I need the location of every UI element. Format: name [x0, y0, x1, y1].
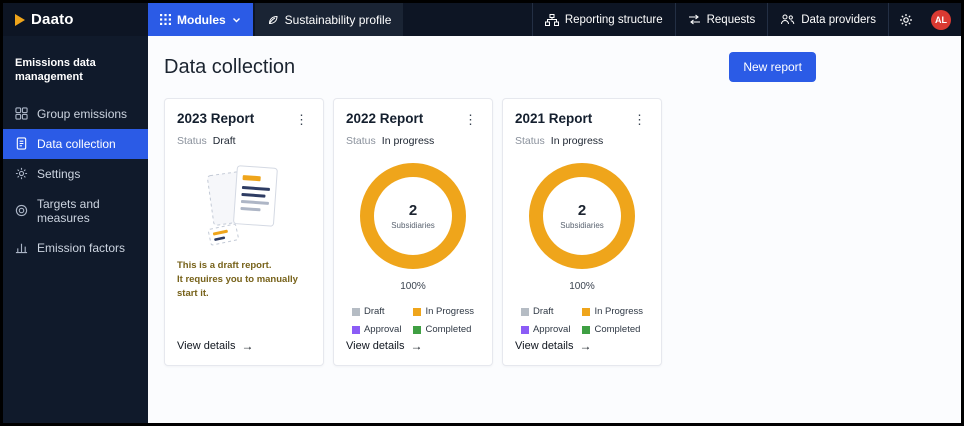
daato-logo-icon — [15, 13, 25, 26]
requests-swap-icon — [688, 14, 700, 25]
card-title: 2021 Report — [515, 111, 593, 126]
sidebar-item-label: Targets and measures — [37, 196, 100, 225]
status-label: Status — [346, 135, 376, 147]
reporting-structure-label: Reporting structure — [564, 13, 663, 26]
donut-center-value: 2 — [577, 202, 587, 219]
draft-report-illustration — [207, 165, 278, 246]
arrow-right-icon: → — [579, 339, 592, 353]
view-details-link[interactable]: View details → — [515, 339, 649, 353]
chevron-down-icon — [232, 17, 240, 22]
new-report-button[interactable]: New report — [729, 52, 816, 82]
legend-item-completed: Completed — [582, 324, 643, 335]
sidebar-header: Emissions data management — [15, 57, 96, 84]
sidebar-item-group-emissions[interactable]: Group emissions — [3, 99, 148, 129]
kebab-menu-icon[interactable]: ⋮ — [292, 111, 311, 128]
leaf-icon — [268, 15, 278, 24]
tab-sustainability-profile[interactable]: Sustainability profile — [254, 3, 404, 36]
modules-label: Modules — [177, 12, 226, 27]
user-avatar[interactable]: AL — [931, 9, 951, 30]
status-legend: Draft In Progress Approval Completed — [346, 306, 480, 335]
sidebar-item-label: Data collection — [37, 136, 116, 151]
donut-center-label: Subsidiaries — [560, 221, 604, 230]
donut-center-label: Subsidiaries — [391, 221, 435, 230]
progress-percent: 100% — [400, 281, 426, 292]
report-cards-row: 2023 Report ⋮ Status Draft This is a dra… — [164, 98, 816, 366]
topbar-right: Reporting structure Requests Data provid… — [531, 3, 961, 36]
sitemap-icon — [544, 13, 559, 26]
legend-swatch — [413, 307, 422, 316]
status-value: Draft — [212, 135, 236, 147]
subsidiaries-donut-chart: 2 Subsidiaries — [529, 163, 635, 269]
logo: Daato — [3, 3, 148, 36]
status-value: In progress — [550, 135, 604, 147]
draft-note: This is a draft report. It requires you … — [177, 260, 298, 299]
legend-swatch — [582, 325, 591, 334]
card-title: 2022 Report — [346, 111, 424, 126]
page-title: Data collection — [164, 55, 296, 78]
view-details-link[interactable]: View details → — [346, 339, 480, 353]
grid-icon — [160, 14, 171, 25]
sustainability-label: Sustainability profile — [284, 12, 392, 27]
gear-icon — [15, 168, 28, 180]
grid-2x2-icon — [15, 107, 28, 120]
logo-text: Daato — [31, 11, 74, 28]
legend-item-in-progress: In Progress — [413, 306, 474, 317]
status-legend: Draft In Progress Approval Completed — [515, 306, 649, 335]
modules-button[interactable]: Modules — [148, 3, 253, 36]
sidebar-item-data-collection[interactable]: Data collection — [3, 128, 148, 159]
legend-swatch — [351, 307, 360, 316]
subsidiaries-donut-chart: 2 Subsidiaries — [360, 163, 466, 269]
legend-item-draft: Draft — [351, 306, 402, 317]
legend-swatch — [582, 307, 591, 316]
sidebar-item-label: Emission factors — [37, 240, 126, 255]
data-providers-label: Data providers — [801, 13, 876, 26]
gear-icon — [900, 13, 912, 26]
legend-swatch — [520, 307, 529, 316]
report-card-2023: 2023 Report ⋮ Status Draft This is a dra… — [164, 98, 324, 366]
document-icon — [16, 137, 27, 150]
data-providers-button[interactable]: Data providers — [767, 3, 888, 36]
people-icon — [781, 14, 795, 25]
sidebar-item-label: Group emissions — [37, 106, 128, 121]
card-title: 2023 Report — [177, 111, 255, 126]
report-card-2021: 2021 Report ⋮ Status In progress 2 Subsi… — [502, 98, 662, 366]
main-content: Data collection New report 2023 Report ⋮… — [148, 36, 961, 423]
legend-item-in-progress: In Progress — [582, 306, 643, 317]
sidebar-item-settings[interactable]: Settings — [3, 159, 148, 189]
legend-swatch — [351, 325, 360, 334]
report-card-2022: 2022 Report ⋮ Status In progress 2 Subsi… — [333, 98, 493, 366]
arrow-right-icon: → — [241, 339, 254, 353]
legend-item-approval: Approval — [351, 324, 401, 335]
requests-label: Requests — [706, 13, 756, 26]
status-label: Status — [177, 135, 207, 147]
status-value: In progress — [381, 135, 435, 147]
kebab-menu-icon[interactable]: ⋮ — [630, 111, 649, 128]
status-label: Status — [515, 135, 545, 147]
view-details-link[interactable]: View details → — [177, 339, 311, 353]
bar-chart-icon — [15, 243, 28, 254]
sidebar: Emissions data management Group emission… — [3, 36, 148, 423]
legend-swatch — [413, 325, 422, 334]
app-window: Daato Modules Sustainability profile Rep… — [0, 0, 964, 426]
legend-item-draft: Draft — [520, 306, 571, 317]
reporting-structure-button[interactable]: Reporting structure — [531, 3, 675, 36]
kebab-menu-icon[interactable]: ⋮ — [461, 111, 480, 128]
sidebar-item-targets-and-measures[interactable]: Targets and measures — [3, 189, 148, 233]
progress-percent: 100% — [569, 281, 595, 292]
legend-item-approval: Approval — [520, 324, 570, 335]
target-icon — [15, 204, 28, 217]
legend-item-completed: Completed — [413, 324, 474, 335]
requests-button[interactable]: Requests — [674, 3, 768, 36]
sidebar-item-label: Settings — [37, 166, 81, 181]
topbar: Daato Modules Sustainability profile Rep… — [3, 3, 961, 36]
donut-center-value: 2 — [408, 202, 418, 219]
legend-swatch — [520, 325, 529, 334]
arrow-right-icon: → — [410, 339, 423, 353]
settings-gear-button[interactable] — [888, 3, 923, 36]
sidebar-item-emission-factors[interactable]: Emission factors — [3, 233, 148, 263]
